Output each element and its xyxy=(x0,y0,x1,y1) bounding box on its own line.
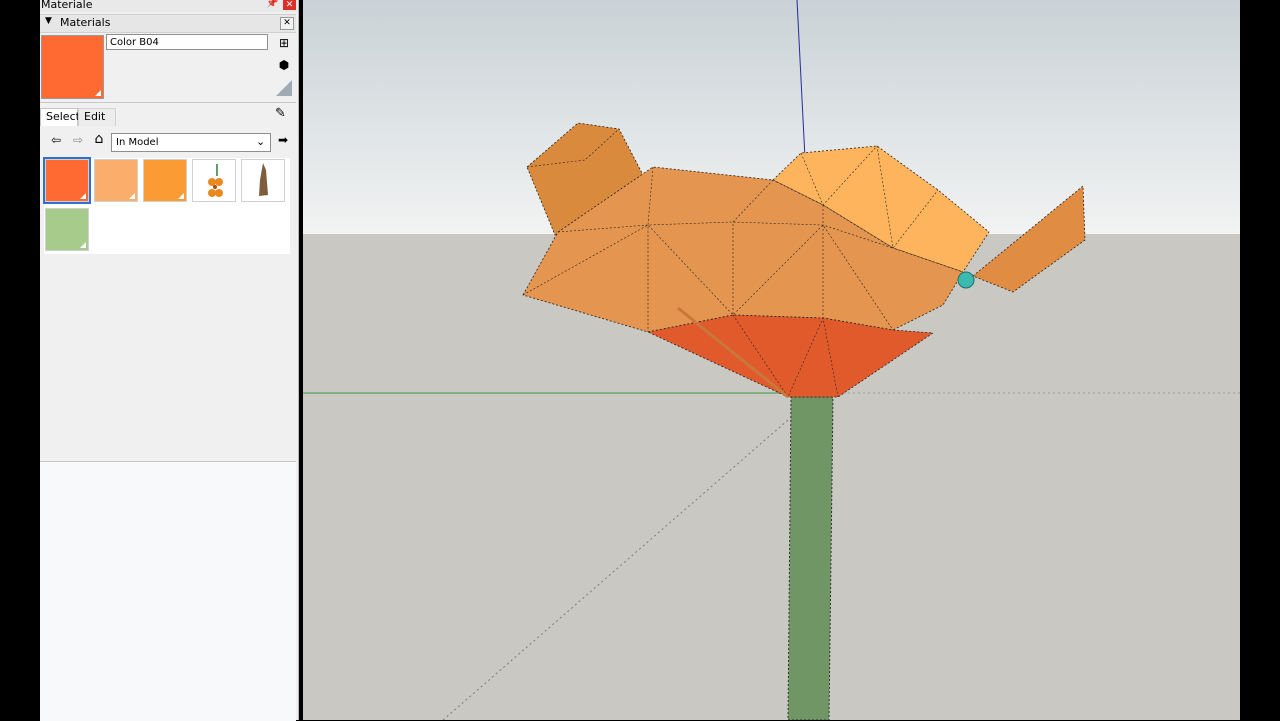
collection-value: In Model xyxy=(116,137,159,148)
sketchup-screen: Materiale 📌 ✕ ▼ Materials ✕ ⊞ ⬢ Select E… xyxy=(0,0,1280,721)
toggle-secondary-pane-icon[interactable] xyxy=(276,80,292,96)
materials-section-header[interactable]: ▼ Materials ✕ xyxy=(40,14,296,33)
current-material-swatch[interactable] xyxy=(41,35,104,99)
details-arrow-icon[interactable]: ➡ xyxy=(278,133,288,147)
right-petal xyxy=(972,185,1086,293)
stem xyxy=(787,396,834,720)
materials-tray: Materiale 📌 ✕ ▼ Materials ✕ ⊞ ⬢ Select E… xyxy=(40,0,299,721)
tab-edit[interactable]: Edit xyxy=(78,108,116,126)
screen-border-left xyxy=(0,0,40,720)
forward-arrow-icon[interactable]: ⇨ xyxy=(70,133,86,147)
model-viewport[interactable] xyxy=(303,0,1240,720)
sample-paint-icon[interactable]: ✎ xyxy=(275,106,286,121)
chevron-down-icon[interactable]: ⌄ xyxy=(256,135,265,148)
secondary-pane xyxy=(40,461,296,721)
tab-select[interactable]: Select xyxy=(40,108,80,126)
collection-select[interactable]: In Model ⌄ xyxy=(111,133,271,152)
divider xyxy=(40,102,296,103)
pin-icon[interactable]: 📌 xyxy=(266,0,278,9)
flower-model[interactable] xyxy=(303,0,1240,720)
section-close-icon[interactable]: ✕ xyxy=(280,17,294,30)
tray-title: Materiale xyxy=(41,0,93,11)
triangle-down-icon[interactable]: ▼ xyxy=(45,16,52,26)
screen-border-right xyxy=(1240,0,1280,720)
swatch-color-b04[interactable] xyxy=(43,157,91,204)
paint-bucket-cursor xyxy=(957,271,975,289)
home-icon[interactable]: ⌂ xyxy=(91,131,107,147)
swatch-orange[interactable] xyxy=(143,159,187,202)
back-arrow-icon[interactable]: ⇦ xyxy=(48,133,64,147)
materials-grid xyxy=(43,157,290,254)
section-title: Materials xyxy=(60,16,111,29)
material-name-input[interactable] xyxy=(106,34,268,50)
tray-close-icon[interactable]: ✕ xyxy=(283,0,296,10)
swatch-vase-image[interactable] xyxy=(241,159,285,202)
blue-axis xyxy=(796,0,807,179)
swatch-light-orange[interactable] xyxy=(94,159,138,202)
tray-titlebar: Materiale 📌 ✕ xyxy=(40,0,298,12)
add-material-icon[interactable]: ⬢ xyxy=(276,57,292,73)
swatch-green[interactable] xyxy=(45,208,89,251)
create-material-icon[interactable]: ⊞ xyxy=(276,35,292,51)
swatch-flower-image[interactable] xyxy=(192,159,236,202)
red-axis-negative xyxy=(442,419,789,720)
